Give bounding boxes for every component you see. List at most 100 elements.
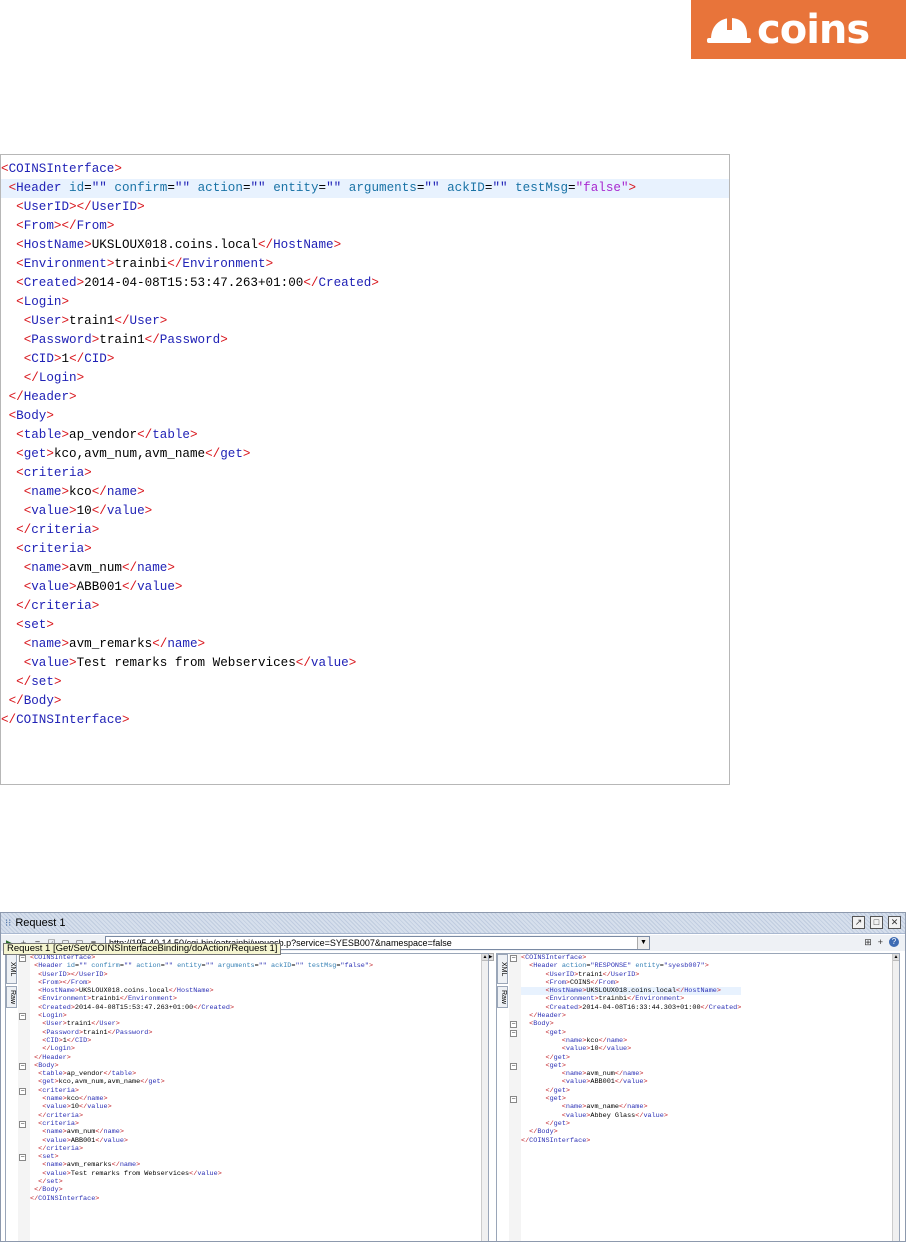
code-token: Created [318, 276, 372, 290]
response-xml-code[interactable]: <COINSInterface> <Header action="RESPONS… [521, 954, 742, 1145]
code-token: > [209, 987, 214, 996]
maximize-icon[interactable]: □ [870, 916, 883, 929]
response-scrollbar[interactable]: ▲ [892, 954, 899, 1241]
code-line: <Body> [1, 407, 729, 426]
code-token: ></ [66, 970, 79, 979]
options-icon[interactable]: ⊞ [864, 937, 872, 948]
close-icon[interactable]: ✕ [888, 916, 901, 929]
code-token: name [606, 1036, 624, 1045]
code-token: > [106, 219, 115, 233]
code-line: <name>kco</name> [1, 483, 729, 502]
code-token: Created [549, 1003, 579, 1012]
code-token: COINSInterface [8, 162, 115, 176]
code-token: = [167, 181, 175, 195]
help-icon[interactable]: ? [889, 937, 899, 947]
code-token: </ [257, 238, 274, 252]
code-token: name [31, 561, 62, 575]
code-token: </ [295, 656, 311, 670]
tab-raw[interactable]: Raw [497, 986, 508, 1008]
code-token: name [565, 1036, 583, 1045]
fold-toggle-icon[interactable]: − [19, 1062, 26, 1070]
code-token: table [111, 1070, 133, 1079]
code-token: > [229, 1003, 235, 1012]
tab-xml[interactable]: XML [497, 954, 508, 984]
code-token: HostName [23, 238, 85, 252]
code-token: > [70, 1045, 75, 1054]
code-line: <value>ABB001</value> [30, 1137, 373, 1145]
code-token: Header [537, 1012, 562, 1021]
code-token: </ [119, 995, 128, 1004]
code-token: "" [205, 962, 214, 971]
code-token: name [119, 1161, 137, 1170]
code-token: entity [635, 962, 660, 971]
fold-gutter [18, 954, 30, 1241]
code-token: > [53, 694, 62, 708]
code-token: </ [95, 1136, 104, 1145]
code-token: testMsg [307, 962, 337, 971]
scroll-up-icon[interactable]: ▲ [482, 954, 488, 961]
code-token: > [549, 1020, 554, 1029]
tab-xml[interactable]: XML [6, 954, 17, 984]
add-icon[interactable]: + [878, 937, 883, 948]
request-xml-code[interactable]: <COINSInterface> <Header id="" confirm="… [30, 954, 373, 1203]
code-token: table [42, 1070, 63, 1079]
fold-toggle-icon[interactable]: − [510, 1029, 517, 1037]
code-token: arguments [217, 962, 255, 971]
fold-toggle-icon[interactable]: − [19, 1154, 26, 1162]
fold-toggle-icon[interactable]: − [19, 1013, 26, 1021]
request-editor-pane[interactable]: XML Raw <COINSInterface> <Header id="" c… [5, 953, 489, 1241]
code-token: COINS [570, 978, 591, 987]
code-token: > [737, 1003, 742, 1012]
code-line: <Login> [1, 293, 729, 312]
fold-toggle-icon[interactable]: − [510, 1021, 517, 1029]
scroll-up-icon[interactable]: ▲ [893, 954, 899, 961]
code-line: </Login> [1, 369, 729, 388]
code-token: action [136, 962, 161, 971]
coins-logo: coins [691, 0, 906, 59]
code-token: avm_num [586, 1070, 615, 1079]
code-line: <COINSInterface> [1, 160, 729, 179]
fold-toggle-icon[interactable]: − [510, 1096, 517, 1104]
code-token: value [31, 656, 70, 670]
fold-toggle-icon[interactable]: − [19, 955, 26, 962]
code-token: "" [258, 962, 267, 971]
code-token: UserID [91, 200, 138, 214]
detach-icon[interactable]: ↗ [852, 916, 865, 929]
code-token: Body [38, 1061, 55, 1070]
fold-toggle-icon[interactable]: − [510, 1062, 517, 1070]
code-token: get [553, 1053, 566, 1062]
code-token: get [23, 447, 47, 461]
chevron-down-icon[interactable]: ▼ [637, 937, 649, 949]
code-token: > [217, 1169, 222, 1178]
code-token: > [69, 390, 77, 404]
code-token: </ [1, 713, 17, 727]
code-token: </ [598, 1036, 607, 1045]
code-line: <criteria> [30, 1087, 373, 1095]
code-token: criteria [31, 599, 92, 613]
fold-toggle-icon[interactable]: − [510, 955, 517, 962]
request-scrollbar[interactable]: ▲ [481, 954, 488, 1241]
code-token: > [172, 995, 177, 1004]
fold-toggle-icon[interactable]: − [19, 1087, 26, 1095]
code-token: COINSInterface [34, 954, 92, 962]
code-token: </ [152, 637, 168, 651]
code-token: "false" [575, 181, 629, 195]
code-token: Header [38, 962, 63, 971]
code-token: Header [42, 1053, 67, 1062]
code-token: get [553, 1119, 566, 1128]
tab-raw[interactable]: Raw [6, 986, 17, 1008]
code-token: > [190, 428, 198, 442]
code-line: <value>10</value> [1, 502, 729, 521]
response-editor-pane[interactable]: XML Raw <COINSInterface> <Header action=… [496, 953, 900, 1241]
fold-toggle-icon[interactable]: − [19, 1121, 26, 1128]
